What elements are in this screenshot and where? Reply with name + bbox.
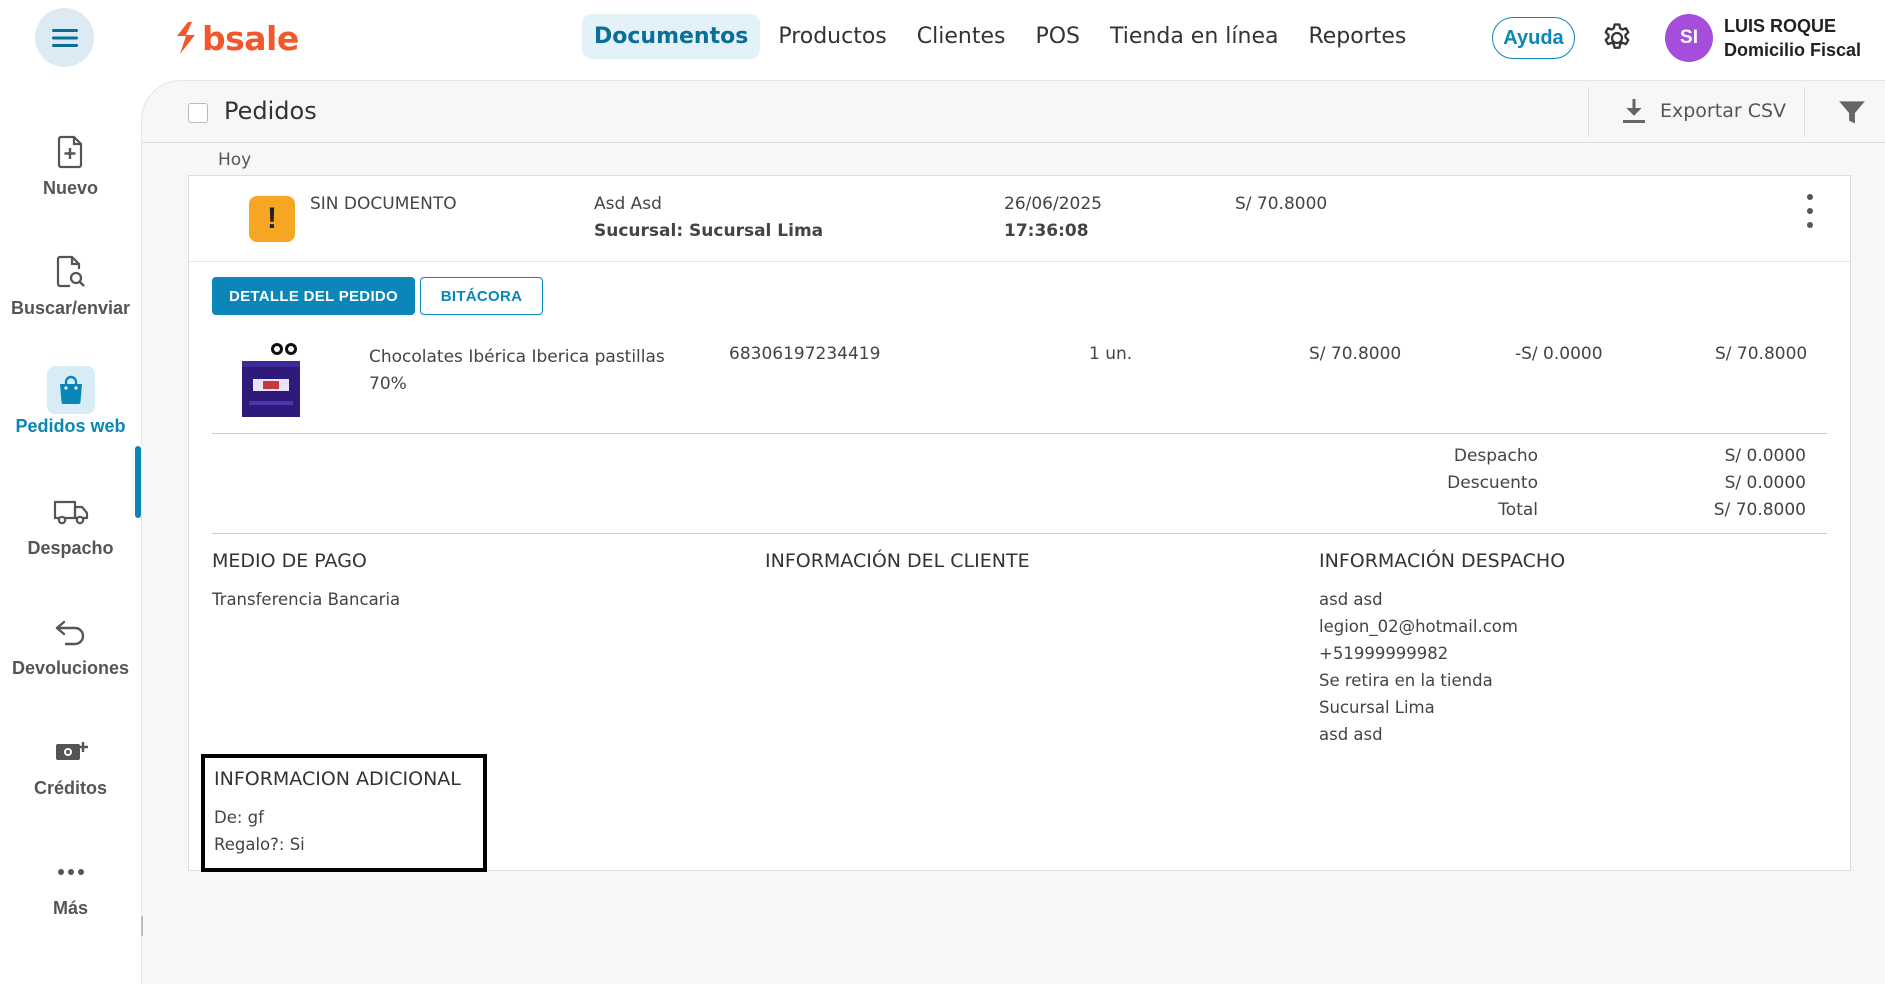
- hamburger-menu-button[interactable]: [35, 8, 94, 67]
- sidebar-item-label: Despacho: [27, 538, 114, 558]
- toolbar-divider: [1804, 87, 1805, 137]
- new-document-icon: [53, 134, 89, 170]
- sidebar-item-pedidos-web[interactable]: Pedidos web: [0, 366, 141, 466]
- product-thumbnail: [242, 343, 300, 417]
- filter-icon[interactable]: [1838, 99, 1866, 127]
- shopping-bag-icon: [46, 366, 95, 414]
- orders-panel: Pedidos Exportar CSV Hoy ! SIN DOCUMENTO…: [141, 80, 1885, 984]
- order-time: 17:36:08: [1004, 221, 1089, 241]
- order-date: 26/06/2025: [1004, 194, 1102, 214]
- sidebar-item-label: Nuevo: [42, 178, 98, 198]
- shipping-info-line: asd asd: [1319, 725, 1383, 744]
- main-navigation: Documentos Productos Clientes POS Tienda…: [582, 14, 1424, 59]
- warning-icon: !: [249, 196, 295, 242]
- download-icon: [1623, 99, 1645, 123]
- summary-label-descuento: Descuento: [1447, 473, 1538, 493]
- tab-order-detail[interactable]: DETALLE DEL PEDIDO: [212, 277, 415, 315]
- search-document-icon: [53, 254, 89, 290]
- sidebar-item-creditos[interactable]: Créditos: [0, 734, 141, 834]
- product-quantity: 1 un.: [1089, 344, 1133, 364]
- more-dots-icon: [53, 854, 89, 890]
- logo-text: bsale: [202, 18, 299, 58]
- additional-info-box: INFORMACION ADICIONAL De: gf Regalo?: Si: [201, 754, 487, 872]
- tab-log[interactable]: BITÁCORA: [420, 277, 543, 315]
- select-all-checkbox[interactable]: [188, 103, 208, 123]
- export-csv-button[interactable]: Exportar CSV: [1622, 97, 1786, 125]
- sidebar-item-label: Créditos: [33, 778, 107, 798]
- product-total: S/ 70.8000: [1715, 344, 1808, 364]
- divider: [212, 433, 1827, 434]
- left-sidebar: Nuevo Buscar/enviar Pedidos web Despacho…: [0, 78, 141, 984]
- summary-value-despacho: S/ 0.0000: [1724, 446, 1806, 466]
- order-summary-row[interactable]: ! SIN DOCUMENTO Asd Asd Sucursal: Sucurs…: [189, 176, 1850, 262]
- shipping-info-line: asd asd: [1319, 590, 1383, 609]
- hamburger-icon: [51, 28, 78, 47]
- nav-clientes[interactable]: Clientes: [905, 14, 1018, 59]
- panel-title: Pedidos: [224, 97, 317, 125]
- user-branch: Domicilio Fiscal: [1724, 40, 1862, 60]
- shipping-info-method: Se retira en la tienda: [1319, 671, 1493, 690]
- user-name: LUIS ROQUE: [1724, 16, 1837, 36]
- additional-info-line: De: gf: [214, 808, 264, 827]
- top-header: bsale Documentos Productos Clientes POS …: [0, 0, 1885, 78]
- cash-plus-icon: [53, 734, 89, 770]
- sidebar-item-devoluciones[interactable]: Devoluciones: [0, 614, 141, 714]
- summary-value-total: S/ 70.8000: [1713, 500, 1806, 520]
- sidebar-item-nuevo[interactable]: Nuevo: [0, 134, 141, 234]
- divider: [212, 533, 1827, 534]
- additional-info-title: INFORMACION ADICIONAL: [214, 768, 461, 790]
- date-group-label: Hoy: [218, 150, 252, 170]
- sidebar-item-mas[interactable]: Más: [0, 854, 141, 954]
- shipping-info-email: legion_02@hotmail.com: [1319, 617, 1518, 636]
- nav-productos[interactable]: Productos: [766, 14, 898, 59]
- product-discount: -S/ 0.0000: [1515, 344, 1603, 364]
- order-document-type: SIN DOCUMENTO: [310, 194, 457, 214]
- return-arrow-icon: [53, 614, 89, 650]
- truck-icon: [53, 494, 89, 530]
- summary-label-total: Total: [1498, 500, 1538, 520]
- sidebar-item-label: Pedidos web: [15, 416, 126, 436]
- sidebar-item-label: Buscar/enviar: [10, 298, 131, 318]
- bsale-logo-icon: [177, 22, 195, 54]
- nav-documentos[interactable]: Documentos: [582, 14, 761, 59]
- payment-method-title: MEDIO DE PAGO: [212, 550, 367, 572]
- summary-label-despacho: Despacho: [1453, 446, 1538, 466]
- summary-value-descuento: S/ 0.0000: [1724, 473, 1806, 493]
- bsale-logo[interactable]: bsale: [174, 18, 299, 58]
- shipping-info-branch: Sucursal Lima: [1319, 698, 1435, 717]
- order-amount: S/ 70.8000: [1235, 194, 1328, 214]
- nav-pos[interactable]: POS: [1023, 14, 1092, 59]
- resize-handle[interactable]: [141, 916, 143, 936]
- product-name: Chocolates Ibérica Iberica pastillas 70%: [369, 347, 665, 394]
- sidebar-item-label: Devoluciones: [11, 658, 130, 678]
- nav-tienda-en-linea[interactable]: Tienda en línea: [1098, 14, 1290, 59]
- client-info-title: INFORMACIÓN DEL CLIENTE: [765, 550, 1030, 572]
- user-avatar[interactable]: SI: [1665, 14, 1713, 62]
- gear-icon[interactable]: [1600, 21, 1634, 55]
- user-info[interactable]: LUIS ROQUE Domicilio Fiscal: [1724, 14, 1861, 62]
- panel-toolbar: Pedidos Exportar CSV: [142, 81, 1885, 143]
- sidebar-item-label: Más: [52, 898, 88, 918]
- more-options-icon[interactable]: [1803, 194, 1817, 228]
- export-csv-label: Exportar CSV: [1660, 100, 1787, 122]
- order-branch: Sucursal: Sucursal Lima: [594, 221, 824, 241]
- product-price: S/ 70.8000: [1309, 344, 1402, 364]
- payment-method-value: Transferencia Bancaria: [212, 590, 401, 609]
- order-card: ! SIN DOCUMENTO Asd Asd Sucursal: Sucurs…: [188, 175, 1851, 872]
- order-client: Asd Asd: [594, 194, 662, 214]
- nav-reportes[interactable]: Reportes: [1296, 14, 1418, 59]
- toolbar-divider: [1588, 87, 1589, 137]
- product-sku: 68306197234419: [729, 344, 881, 364]
- shipping-info-phone: +51999999982: [1319, 644, 1449, 663]
- shipping-info-title: INFORMACIÓN DESPACHO: [1319, 550, 1566, 572]
- additional-info-line: Regalo?: Si: [214, 835, 305, 854]
- help-button[interactable]: Ayuda: [1492, 17, 1575, 59]
- sidebar-item-buscar[interactable]: Buscar/enviar: [0, 254, 141, 354]
- sidebar-item-despacho[interactable]: Despacho: [0, 494, 141, 594]
